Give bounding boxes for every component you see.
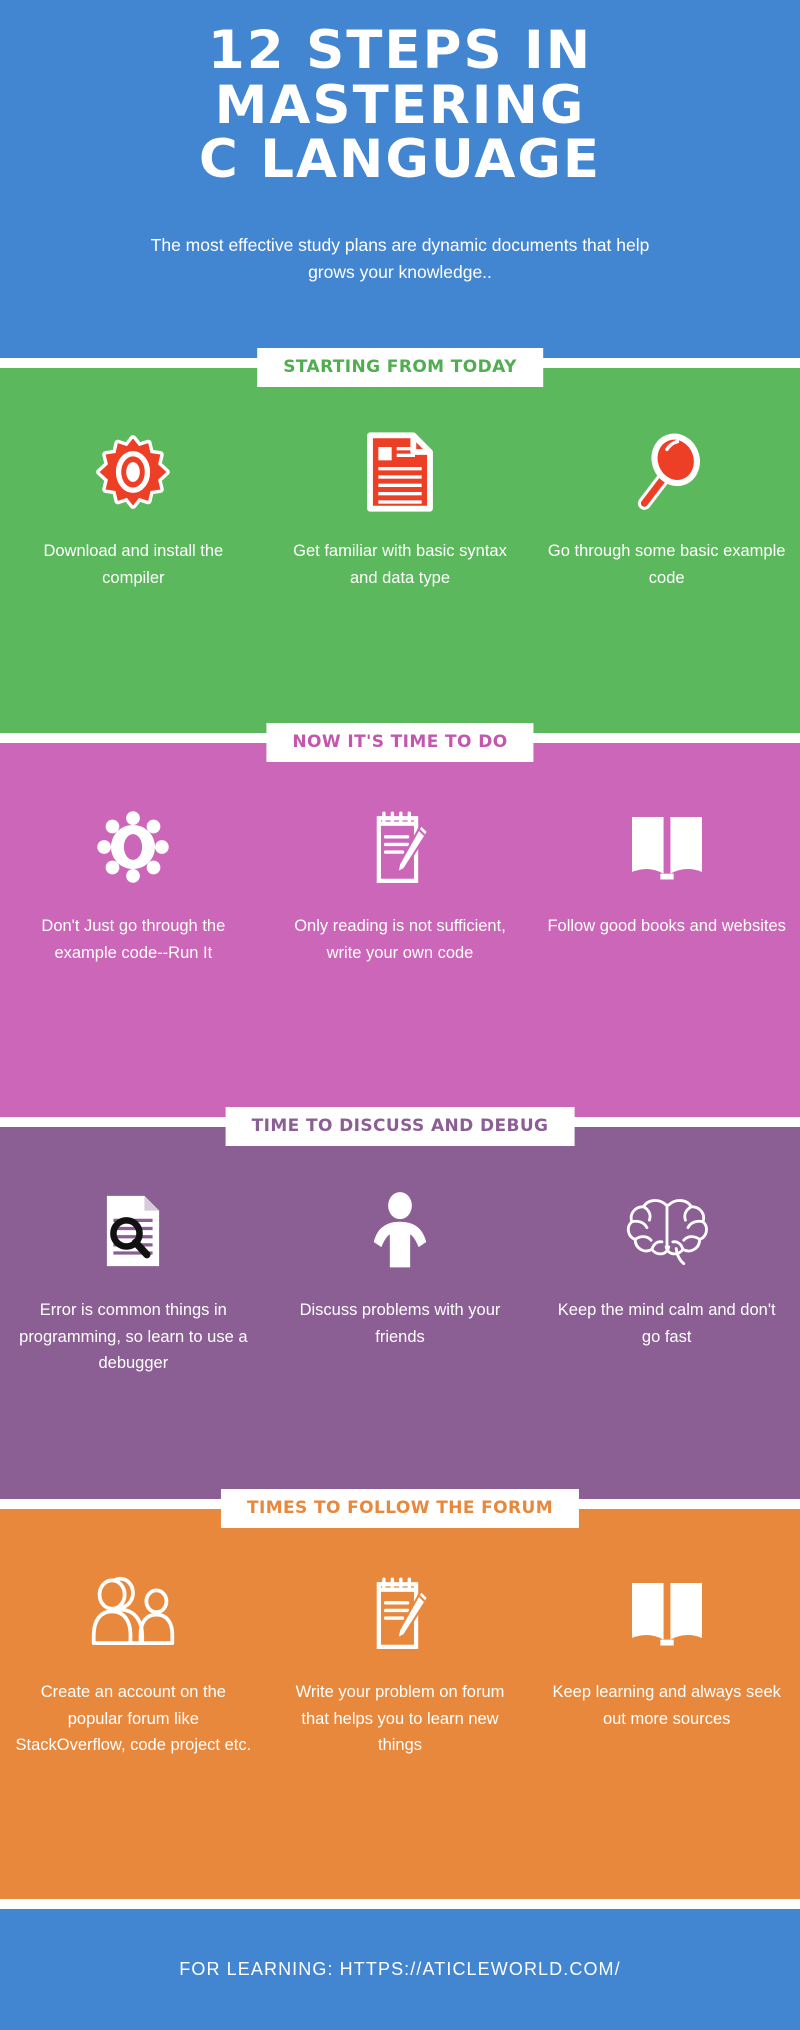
card-keep-learning[interactable]: Keep learning and always seek out more s…: [533, 1571, 800, 1759]
open-book-icon: [547, 805, 786, 889]
brain-icon: [547, 1189, 786, 1273]
card-grid-1: Download and install the compiler Get fa…: [0, 368, 800, 591]
card-grid-3: Error is common things in programming, s…: [0, 1127, 800, 1377]
two-people-icon: [14, 1571, 253, 1655]
card-label: Keep the mind calm and don't go fast: [557, 1301, 776, 1346]
card-label: Keep learning and always seek out more s…: [552, 1683, 781, 1728]
card-label: Create an account on the popular forum l…: [15, 1683, 252, 1755]
person-icon: [281, 1189, 520, 1273]
section-time-to-discuss-and-debug: TIME TO DISCUSS AND DEBUG Error is commo…: [0, 1107, 800, 1499]
card-label: Only reading is not sufficient, write yo…: [294, 917, 506, 962]
page-subtitle: The most effective study plans are dynam…: [150, 234, 650, 282]
title-line-1: 12 Steps In: [207, 20, 593, 81]
header: 12 Steps In Mastering C Language The mos…: [0, 0, 800, 358]
section-starting-from-today: STARTING FROM TODAY Download and install…: [0, 348, 800, 733]
document-icon: [281, 430, 520, 514]
card-follow-books[interactable]: Follow good books and websites: [533, 805, 800, 966]
card-label: Discuss problems with your friends: [299, 1301, 501, 1346]
card-label: Error is common things in programming, s…: [19, 1301, 248, 1373]
section-banner-3: TIME TO DISCUSS AND DEBUG: [225, 1107, 575, 1146]
open-book-icon: [547, 1571, 786, 1655]
gear-icon: [14, 430, 253, 514]
card-label: Go through some basic example code: [547, 542, 786, 587]
card-grid-4: Create an account on the popular forum l…: [0, 1509, 800, 1759]
divider-5: [0, 1899, 800, 1909]
card-use-debugger[interactable]: Error is common things in programming, s…: [0, 1189, 267, 1377]
title-line-2: Mastering: [214, 74, 586, 136]
card-basic-syntax[interactable]: Get familiar with basic syntax and data …: [267, 430, 534, 591]
page-title: 12 Steps In Mastering C Language: [0, 20, 800, 191]
section-banner-1: STARTING FROM TODAY: [257, 348, 543, 387]
card-write-problem-forum[interactable]: Write your problem on forum that helps y…: [267, 1571, 534, 1759]
card-discuss-problems[interactable]: Discuss problems with your friends: [267, 1189, 534, 1377]
card-label: Download and install the compiler: [43, 542, 224, 587]
section-banner-4: TIMES TO FOLLOW THE FORUM: [220, 1489, 580, 1528]
document-search-icon: [14, 1189, 253, 1273]
footer: FOR LEARNING: HTTPS://ATICLEWORLD.COM/: [0, 1909, 800, 2030]
card-run-example-code[interactable]: Don't Just go through the example code--…: [0, 805, 267, 966]
section-times-to-follow-the-forum: TIMES TO FOLLOW THE FORUM Create an acco…: [0, 1489, 800, 1899]
card-example-code[interactable]: Go through some basic example code: [533, 430, 800, 591]
card-keep-mind-calm[interactable]: Keep the mind calm and don't go fast: [533, 1189, 800, 1377]
title-line-3: C Language: [198, 129, 602, 191]
card-label: Follow good books and websites: [547, 917, 786, 935]
card-write-own-code[interactable]: Only reading is not sufficient, write yo…: [267, 805, 534, 966]
card-create-forum-account[interactable]: Create an account on the popular forum l…: [0, 1571, 267, 1759]
section-banner-2: NOW IT'S TIME TO DO: [266, 723, 534, 762]
notepad-pencil-icon: [281, 1571, 520, 1655]
magnifier-icon: [547, 430, 786, 514]
card-label: Write your problem on forum that helps y…: [295, 1683, 505, 1755]
card-label: Get familiar with basic syntax and data …: [293, 542, 507, 587]
card-grid-2: Don't Just go through the example code--…: [0, 743, 800, 966]
card-download-compiler[interactable]: Download and install the compiler: [0, 430, 267, 591]
infographic-page: 12 Steps In Mastering C Language The mos…: [0, 0, 800, 2030]
notepad-pencil-icon: [281, 805, 520, 889]
footer-link[interactable]: FOR LEARNING: HTTPS://ATICLEWORLD.COM/: [179, 1959, 621, 1980]
card-label: Don't Just go through the example code--…: [41, 917, 226, 962]
section-now-its-time-to-do: NOW IT'S TIME TO DO Don't Just go throug…: [0, 723, 800, 1117]
gear-icon: [14, 805, 253, 889]
